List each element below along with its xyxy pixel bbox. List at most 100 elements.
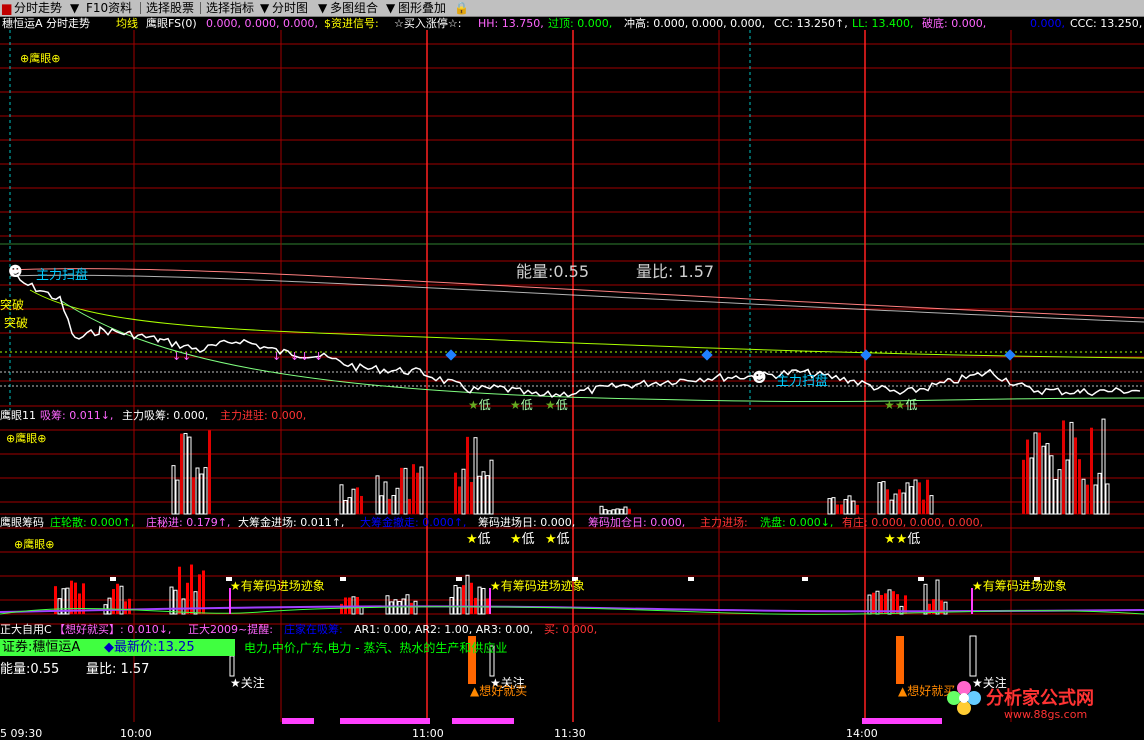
toolbar-item-overlay[interactable]: 图形叠加 — [396, 0, 448, 16]
volume-bar — [831, 497, 836, 515]
volume-bar — [395, 487, 400, 515]
toolbar-item-select-stock[interactable]: 选择股票 — [144, 0, 196, 16]
volume-bar — [470, 582, 473, 614]
square-marker — [688, 577, 694, 581]
low-tag: ★低 — [510, 532, 535, 547]
volume-bar — [356, 596, 359, 614]
volume-bar — [905, 482, 910, 515]
volume-bar — [628, 508, 631, 514]
volume-bar — [171, 465, 176, 515]
smile-icon: ☻ — [752, 370, 767, 386]
volume-bar — [340, 603, 343, 614]
dropdown-arrow-icon[interactable]: ▼ — [68, 0, 81, 16]
volume-bar — [397, 601, 402, 615]
stock-title: 穗恒运A 分时走势 — [2, 17, 91, 30]
xhjm-value: 【想好就买】: 0.010↓, — [54, 623, 172, 636]
low-tag: ★低 — [545, 532, 570, 547]
volume-bar — [192, 477, 195, 514]
volume-bar — [343, 500, 348, 515]
zls-value: 庄轮散: 0.000↑, — [50, 516, 135, 529]
square-marker — [340, 577, 346, 581]
volume-bar — [461, 468, 466, 515]
volume-bar — [473, 437, 478, 515]
volume-bar — [840, 504, 843, 514]
square-marker — [802, 577, 808, 581]
volume-bar — [856, 504, 859, 514]
chouma-add-day: 筹码加仓日: 0.000, — [588, 516, 686, 529]
volume-bar — [615, 508, 620, 515]
volume-bar — [203, 467, 208, 515]
toolbar-item-select-indicator[interactable]: 选择指标 — [204, 0, 256, 16]
volume-bar — [1022, 459, 1025, 514]
eagle-eye-logo: ⊕鹰眼⊕ — [20, 52, 61, 65]
volume-bar — [477, 475, 482, 515]
volume-bar — [199, 473, 204, 515]
scan-tag: 主力扫盘 — [776, 374, 829, 389]
security-name: 证券:穗恒运A — [2, 640, 81, 655]
ma-line-white — [9, 274, 1144, 323]
volume-bar — [1062, 420, 1065, 514]
toolbar-item-intraday[interactable]: 分时走势 — [12, 0, 64, 16]
volume-bar — [929, 495, 934, 515]
volume-bar — [391, 495, 396, 515]
volume-bar — [383, 481, 388, 515]
volume-bar — [935, 579, 940, 615]
volume-bar — [827, 498, 832, 515]
zj-xichou-label: 庄家在吸筹: — [284, 623, 343, 636]
volume-bar — [922, 499, 925, 514]
volume-bar — [485, 475, 490, 515]
energy-label: 能量:0.55 — [516, 262, 590, 281]
signal-label: $资进信号: — [324, 17, 379, 30]
volume-bar — [356, 487, 359, 514]
volume-bar — [403, 467, 408, 515]
volume-bar — [388, 498, 391, 514]
volume-bar — [360, 495, 363, 514]
eagle-eye-logo: ⊕鹰眼⊕ — [6, 432, 47, 445]
volume-ratio-label: 量比: 1.57 — [86, 662, 150, 677]
attention-bar — [969, 635, 977, 677]
hh-value: HH: 13.750, — [478, 17, 544, 30]
ll-value: LL: 13.400, — [852, 17, 914, 30]
chouma-signal: ★有筹码进场迹象 — [490, 579, 585, 593]
toolbar-item-f10[interactable]: F10资料 — [84, 0, 134, 16]
volume-bar — [208, 430, 211, 514]
volume-bar — [603, 509, 608, 515]
volume-bar — [1057, 469, 1062, 515]
volume-bar — [347, 497, 352, 515]
buy-value: 买: 0.000, — [544, 623, 598, 636]
avg-line-label: 均线 — [116, 17, 138, 30]
volume-bar — [898, 489, 901, 514]
volume-bar — [389, 601, 394, 615]
volume-bar — [881, 481, 886, 515]
volume-bar — [180, 433, 183, 514]
toolbar-item-multi-chart[interactable]: 多图组合 — [328, 0, 380, 16]
volume-bar — [1038, 432, 1041, 514]
volume-bar — [877, 482, 882, 515]
volume-bar — [1081, 478, 1086, 515]
low-tag: ★低 — [545, 398, 568, 412]
arrow-down-icon: ↓ — [272, 350, 281, 363]
guoding-value: 过顶: 0.000, — [548, 17, 613, 30]
low-tag: ★低 — [468, 398, 491, 412]
volume-bar — [193, 591, 198, 615]
volume-bar — [466, 436, 469, 514]
ma-line-green — [29, 289, 1144, 359]
chouma-signal: ★有筹码进场迹象 — [972, 579, 1067, 593]
volume-bar — [379, 495, 384, 515]
lock-icon[interactable]: 🔒 — [452, 0, 471, 16]
chonggao-value: 冲高: 0.000, 0.000, 0.000, — [624, 17, 766, 30]
flower-logo-icon — [944, 678, 984, 718]
break-tag: 突破 — [4, 316, 29, 330]
attention-tag: ★关注 — [230, 676, 265, 690]
volume-bar — [1086, 484, 1089, 514]
toolbar-item-intraday-chart[interactable]: 分时图 — [270, 0, 310, 16]
volume-bar — [1026, 439, 1029, 514]
volume-bar — [619, 508, 624, 515]
zmj-value: 庄秘进: 0.179↑, — [146, 516, 231, 529]
volume-bar — [909, 486, 914, 515]
dcj-in-value: 大筹金进场: 0.011↑, — [238, 516, 345, 529]
activity-strip — [282, 718, 314, 724]
cc-value: CC: 13.250↑, — [774, 17, 848, 30]
volume-bar — [886, 489, 889, 514]
volume-bar — [926, 479, 929, 514]
